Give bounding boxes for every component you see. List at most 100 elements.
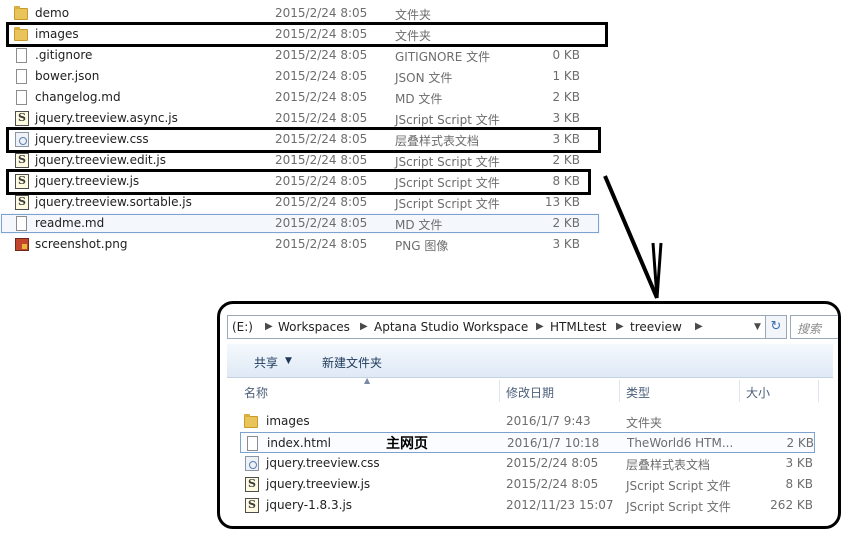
file-name: jquery.treeview.async.js: [35, 111, 178, 125]
file-date: 2015/2/24 8:05: [275, 48, 368, 62]
highlight-box-images: [6, 22, 608, 47]
new-folder-button[interactable]: 新建文件夹: [322, 354, 382, 371]
file-name: index.html: [267, 436, 331, 450]
file-size: 3 KB: [552, 111, 580, 125]
column-type[interactable]: 类型: [626, 384, 650, 401]
file-type: GITIGNORE 文件: [395, 50, 491, 64]
file-date: 2015/2/24 8:05: [275, 69, 368, 83]
list-item[interactable]: images 2016/1/7 9:43 文件夹: [240, 411, 815, 432]
column-divider[interactable]: [619, 380, 620, 402]
column-divider[interactable]: [739, 380, 740, 402]
file-name: readme.md: [35, 216, 105, 230]
file-size: 0 KB: [552, 48, 580, 62]
file-name: demo: [35, 6, 70, 20]
chevron-right-icon[interactable]: ▶: [360, 321, 368, 332]
file-name: jquery.treeview.edit.js: [35, 153, 167, 167]
file-date: 2015/2/24 8:05: [275, 111, 368, 125]
script-icon: [244, 477, 260, 493]
chevron-down-icon[interactable]: ▼: [285, 356, 292, 366]
list-item[interactable]: demo 2015/2/24 8:05 文件夹: [0, 3, 600, 24]
document-icon: [14, 69, 30, 85]
file-name: jquery-1.8.3.js: [266, 498, 353, 512]
file-type: JScript Script 文件: [626, 500, 731, 514]
breadcrumb-item[interactable]: Aptana Studio Workspace: [374, 320, 528, 334]
column-date[interactable]: 修改日期: [506, 384, 554, 401]
file-name: bower.json: [35, 69, 100, 83]
breadcrumb-item[interactable]: HTMLtest: [550, 320, 606, 334]
chevron-down-icon[interactable]: ▼: [754, 322, 761, 332]
document-icon: [14, 90, 30, 106]
file-name: images: [266, 414, 310, 428]
file-date: 2012/11/23 15:07: [506, 498, 614, 512]
column-divider[interactable]: [499, 380, 500, 402]
chevron-right-icon[interactable]: ▶: [616, 321, 624, 332]
sort-up-icon: ▲: [364, 376, 371, 385]
breadcrumb-item[interactable]: Workspaces: [278, 320, 350, 334]
file-type: JSON 文件: [395, 71, 453, 85]
file-type: TheWorld6 HTM...: [627, 436, 734, 450]
file-type: JScript Script 文件: [395, 197, 500, 211]
file-type: JScript Script 文件: [395, 155, 500, 169]
refresh-button[interactable]: ↻: [765, 315, 787, 339]
file-name: jquery.treeview.css: [266, 456, 380, 470]
stylesheet-icon: [244, 456, 260, 472]
file-date: 2015/2/24 8:05: [275, 90, 368, 104]
list-item[interactable]: jquery-1.8.3.js 2012/11/23 15:07 JScript…: [240, 495, 815, 516]
document-icon: [14, 216, 30, 232]
highlight-box-js: [6, 169, 591, 195]
column-size[interactable]: 大小: [746, 384, 770, 401]
search-placeholder: 搜索: [797, 322, 822, 336]
share-button[interactable]: 共享: [254, 354, 278, 371]
list-item[interactable]: readme.md 2015/2/24 8:05 MD 文件 2 KB: [0, 213, 600, 234]
list-item[interactable]: screenshot.png 2015/2/24 8:05 PNG 图像 3 K…: [0, 234, 600, 255]
chevron-right-icon[interactable]: ▶: [695, 321, 703, 332]
file-size: 13 KB: [544, 195, 580, 209]
file-name: jquery.treeview.js: [266, 477, 371, 491]
list-item[interactable]: index.html 主网页 2016/1/7 10:18 TheWorld6 …: [240, 432, 815, 453]
file-date: 2016/1/7 9:43: [506, 414, 591, 428]
address-drive[interactable]: (E:): [232, 320, 253, 334]
column-divider[interactable]: [818, 380, 819, 402]
list-item[interactable]: jquery.treeview.edit.js 2015/2/24 8:05 J…: [0, 150, 600, 171]
file-name: jquery.treeview.sortable.js: [35, 195, 192, 209]
explorer-window: (E:) ▶ Workspaces ▶ Aptana Studio Worksp…: [217, 301, 841, 529]
column-name[interactable]: 名称: [244, 384, 268, 401]
file-type: PNG 图像: [395, 239, 449, 253]
folder-icon: [14, 6, 30, 22]
address-bar[interactable]: (E:) ▶ Workspaces ▶ Aptana Studio Worksp…: [227, 315, 784, 339]
breadcrumb-item[interactable]: treeview: [630, 320, 682, 334]
chevron-right-icon[interactable]: ▶: [536, 321, 544, 332]
file-date: 2015/2/24 8:05: [275, 237, 368, 251]
script-icon: [14, 195, 30, 211]
list-item[interactable]: jquery.treeview.sortable.js 2015/2/24 8:…: [0, 192, 600, 213]
file-date: 2016/1/7 10:18: [507, 436, 600, 450]
list-item[interactable]: changelog.md 2015/2/24 8:05 MD 文件 2 KB: [0, 87, 600, 108]
pointer-arrow: [603, 175, 663, 299]
file-size: 2 KB: [552, 90, 580, 104]
annotation-label: 主网页: [386, 436, 428, 452]
document-icon: [14, 48, 30, 64]
command-bar: 共享 ▼ 新建文件夹: [227, 344, 833, 378]
list-item[interactable]: .gitignore 2015/2/24 8:05 GITIGNORE 文件 0…: [0, 45, 600, 66]
image-icon: [14, 237, 30, 253]
refresh-icon: ↻: [770, 319, 782, 334]
file-size: 2 KB: [552, 216, 580, 230]
file-size: 3 KB: [552, 237, 580, 251]
highlight-box-css: [6, 127, 601, 153]
file-size: 2 KB: [786, 436, 814, 450]
file-size: 1 KB: [552, 69, 580, 83]
file-size: 3 KB: [785, 456, 813, 470]
file-size: 2 KB: [552, 153, 580, 167]
chevron-right-icon[interactable]: ▶: [265, 321, 273, 332]
list-item[interactable]: jquery.treeview.async.js 2015/2/24 8:05 …: [0, 108, 600, 129]
list-item[interactable]: jquery.treeview.js 2015/2/24 8:05 JScrip…: [240, 474, 815, 495]
file-date: 2015/2/24 8:05: [275, 195, 368, 209]
file-type: JScript Script 文件: [626, 479, 731, 493]
file-type: 层叠样式表文档: [626, 458, 711, 472]
script-icon: [14, 111, 30, 127]
file-type: JScript Script 文件: [395, 113, 500, 127]
list-item[interactable]: bower.json 2015/2/24 8:05 JSON 文件 1 KB: [0, 66, 600, 87]
search-input[interactable]: 搜索: [790, 315, 838, 339]
file-date: 2015/2/24 8:05: [275, 216, 368, 230]
list-item[interactable]: jquery.treeview.css 2015/2/24 8:05 层叠样式表…: [240, 453, 815, 474]
